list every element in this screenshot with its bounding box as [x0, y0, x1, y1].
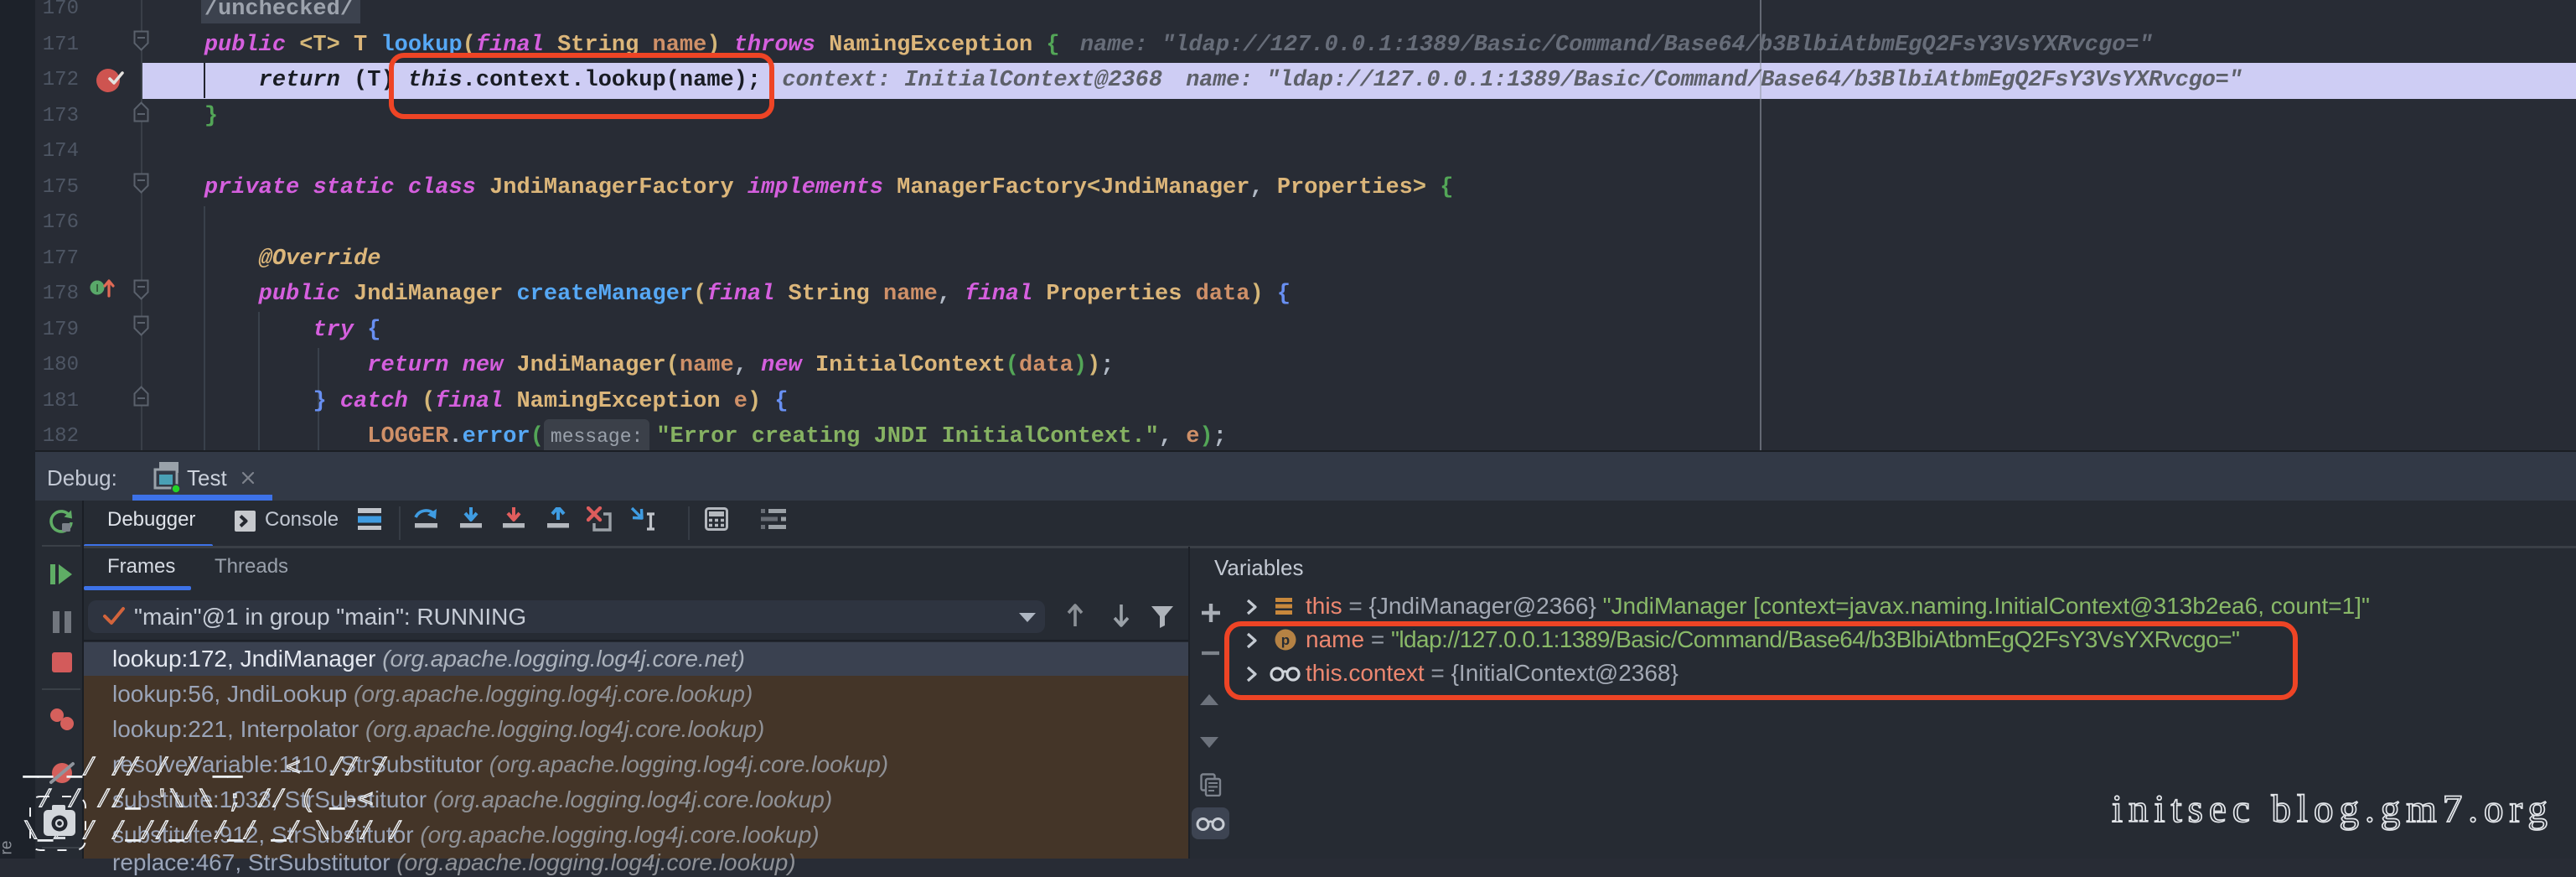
svg-text:I: I	[96, 282, 99, 294]
